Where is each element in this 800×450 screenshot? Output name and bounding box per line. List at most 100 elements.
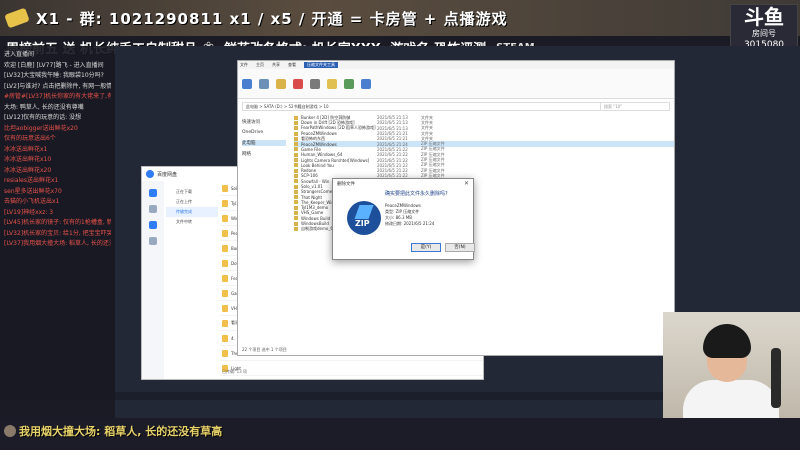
nav-item[interactable]: OneDrive (242, 130, 286, 135)
nav-item[interactable]: 此电脑 (242, 140, 286, 146)
file-icon (222, 289, 228, 297)
ribbon-tab[interactable]: 共享 (272, 62, 280, 68)
file-name: Human_Windows_64 (301, 152, 343, 158)
dialog-title-bar: 删除文件 ✕ (333, 179, 473, 188)
nav-item[interactable]: 快速访问 (242, 119, 286, 125)
baidu-nav-item[interactable]: 文件中转 (166, 217, 218, 227)
file-icon (222, 259, 228, 267)
gift-icon (4, 7, 30, 29)
copy-icon[interactable] (259, 78, 269, 89)
file-icon (294, 179, 298, 184)
chat-message: 进入直播间 (4, 51, 35, 58)
microphone-icon (771, 348, 781, 408)
explorer-status: 22 个项目 选中 1 个项目 (242, 347, 287, 352)
file-date: 2021/6/5 21:22 (377, 157, 408, 163)
file-name: Look Behind You (301, 162, 334, 168)
logo-sub: 房间号 (752, 29, 776, 38)
properties-icon[interactable] (344, 78, 354, 89)
file-icon (294, 210, 298, 215)
baidu-status: 已传输: 13 项 (222, 369, 247, 374)
chat-message: 去猫的小飞机送出x1 (4, 198, 60, 205)
stream-screen: X1 - 群: 1021290811 x1 / x5 / 开通 = 卡房管 + … (0, 0, 800, 450)
pin-icon[interactable] (242, 78, 252, 89)
baidu-nav-item[interactable]: 正在上传 (166, 197, 218, 207)
file-icon (222, 184, 228, 192)
ribbon-tab[interactable]: 主页 (256, 62, 264, 68)
file-icon (294, 205, 298, 210)
chat-message: 冰冰送出鲜花x20 (4, 166, 52, 174)
ribbon-tab[interactable]: 文件 (240, 62, 248, 68)
file-icon (294, 163, 298, 168)
new-folder-icon[interactable] (327, 78, 337, 89)
chat-message: 大场: 鸭草人, 长的还没有尊嘴 (4, 103, 84, 111)
chat-message: [LV2]与谁对? 点击把删除件, 有网一般情人就等你去打包 (4, 82, 111, 90)
paste-icon[interactable] (276, 78, 286, 89)
rename-icon[interactable] (310, 78, 320, 89)
top-banner: X1 - 群: 1021290811 x1 / x5 / 开通 = 卡房管 + … (0, 0, 800, 36)
chat-message: 比坦aobigger送出鲜花x20 (4, 124, 78, 132)
tools-icon[interactable] (149, 237, 157, 245)
bottom-danmaku-text: 我用烟大撞大场: 稻草人, 长的还没有草高 (19, 425, 223, 438)
ribbon-tab[interactable]: 查看 (288, 62, 296, 68)
file-icon (294, 189, 298, 194)
select-all-icon[interactable] (361, 78, 371, 89)
share-icon[interactable] (149, 205, 157, 213)
file-icon (294, 158, 298, 163)
file-icon (294, 115, 298, 120)
file-name: Game File (301, 146, 321, 152)
file-icon (294, 221, 298, 226)
search-input[interactable]: 搜索 "10" (600, 102, 670, 111)
file-icon (222, 319, 228, 327)
chat-message: resiales送出鲜花x1 (4, 177, 59, 184)
explorer-nav-pane: 快速访问 OneDrive 此电脑网络 (238, 113, 290, 355)
chat-message: [LV32]机长家的宝贝: 给1分, 把宝宝吓哭了, 所以0分 (4, 229, 111, 237)
yes-button[interactable]: 是(Y) (411, 243, 441, 252)
file-date: 2021/6/5 21:22 (377, 152, 408, 158)
ribbon-tab[interactable]: 压缩文件夹工具 (304, 62, 338, 68)
file-icon (294, 120, 298, 125)
file-date: 2021/6/5 21:22 (377, 146, 408, 152)
delete-file-dialog: 删除文件 ✕ 确实要把此文件永久删除吗? ZIP PeaceZMWindows … (332, 178, 475, 260)
file-name: Lights Camera Rorshter[Windows] (301, 157, 370, 163)
ribbon-toolbar (238, 69, 674, 99)
transfer-icon[interactable] (149, 221, 157, 229)
banner-text: X1 - 群: 1021290811 x1 / x5 / 开通 = 卡房管 + … (36, 9, 508, 28)
chat-message: [LV12]仅有的玩意的话: 没想 (4, 114, 82, 121)
baidu-logo-icon (146, 170, 154, 178)
file-icon (294, 131, 298, 136)
file-date: 2021/6/5 21:24 (377, 141, 408, 147)
baidu-file-row[interactable]: Light (220, 361, 483, 376)
file-icon (222, 214, 228, 222)
file-icon (222, 244, 228, 252)
file-date: 2021/6/5 21:13 (377, 120, 408, 126)
file-name: PeaceZMWindows (301, 141, 337, 147)
delete-icon[interactable] (293, 78, 303, 89)
file-icon (294, 136, 298, 141)
file-icon (294, 168, 298, 173)
streamer-body (683, 380, 779, 418)
baidu-title: 百度网盘 (157, 171, 178, 178)
file-icon (294, 147, 298, 152)
baidu-file-name: 4. (231, 335, 235, 341)
taskbar (115, 392, 663, 400)
dialog-file-info: PeaceZMWindows 类型: ZIP 压缩文件 大小: 86.3 MB … (385, 203, 434, 227)
chat-message: 冰冰送出鲜花x1 (4, 145, 48, 153)
file-name: Redone (301, 168, 317, 174)
file-icon (294, 216, 298, 221)
file-icon (294, 195, 298, 200)
baidu-nav-item[interactable]: 传输完成 (166, 207, 218, 217)
close-icon[interactable]: ✕ (464, 180, 469, 187)
baidu-nav-item[interactable]: 正在下载 (166, 187, 218, 197)
file-icon (294, 126, 298, 131)
nav-item[interactable]: 网络 (242, 151, 286, 157)
no-button[interactable]: 否(N) (445, 243, 475, 252)
file-date: 2021/6/5 21:22 (377, 168, 408, 174)
chat-message: 仅有的玩意送出6个 (4, 135, 56, 142)
home-icon[interactable] (149, 189, 157, 197)
chat-message: [LV19]神经xxz: 3 (4, 208, 54, 216)
chat-message: [LV37]我用烟大撞大场: 稻草人, 长的还没有草高 (4, 240, 111, 247)
file-icon (294, 173, 298, 178)
zip-file-icon: ZIP (347, 201, 381, 235)
file-icon (294, 152, 298, 157)
logo-mark: 斗鱼 (744, 5, 784, 29)
